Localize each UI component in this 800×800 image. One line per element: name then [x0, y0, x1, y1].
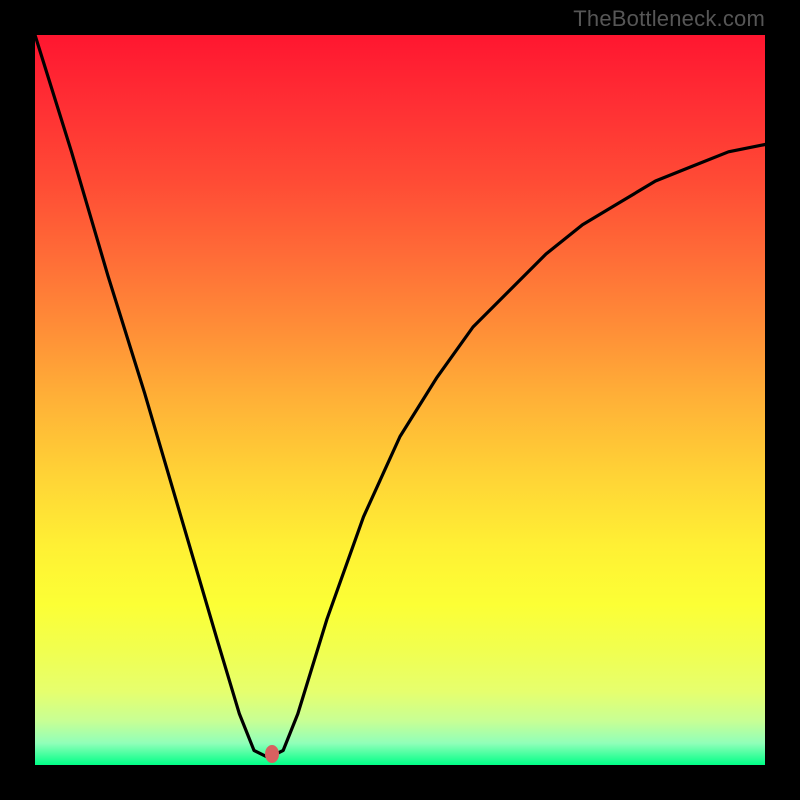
chart-frame: TheBottleneck.com	[0, 0, 800, 800]
optimal-point-marker	[265, 745, 279, 763]
watermark-text: TheBottleneck.com	[573, 6, 765, 32]
bottleneck-curve	[35, 35, 765, 765]
